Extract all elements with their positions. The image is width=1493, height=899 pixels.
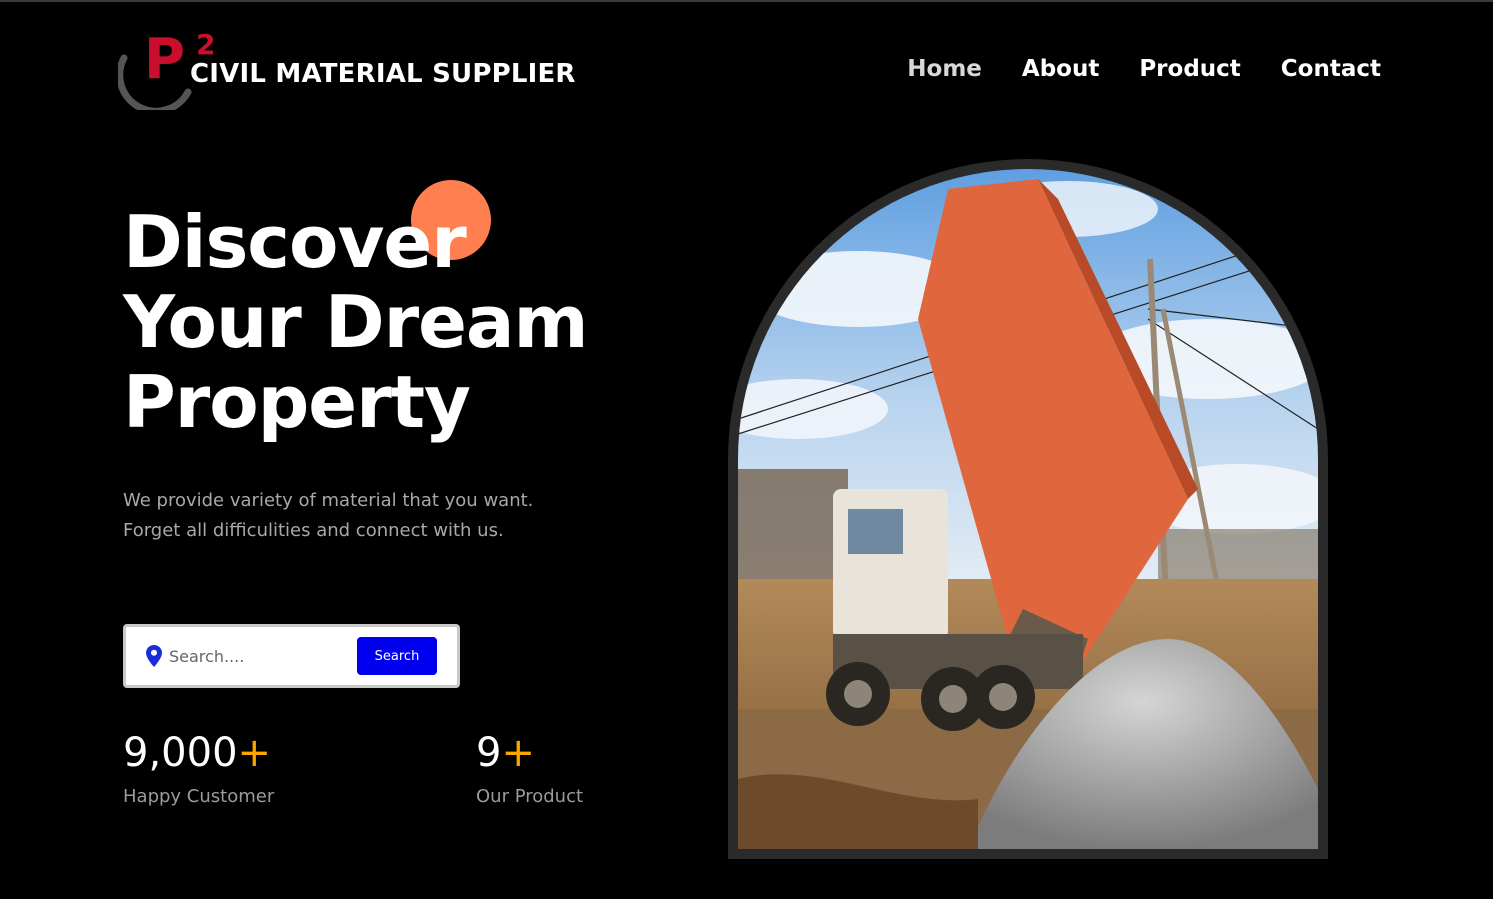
stat-happy-customer: 9,000+ Happy Customer <box>123 728 274 807</box>
location-pin-icon <box>146 645 162 667</box>
hero-title: Discover Your Dream Property <box>123 200 589 444</box>
nav-home-link[interactable]: Home <box>907 56 982 82</box>
stat-label: Happy Customer <box>123 786 275 807</box>
nav-product-link[interactable]: Product <box>1139 56 1240 82</box>
stat-value: 9 <box>476 730 502 776</box>
stat-value-line: 9+ <box>476 728 583 778</box>
stat-label: Our Product <box>476 786 584 807</box>
hero-title-line: Discover <box>123 200 467 284</box>
stat-plus-suffix: + <box>237 730 272 776</box>
hero-subtitle: We provide variety of material that you … <box>123 486 583 546</box>
hero-title-line: Property <box>123 360 471 444</box>
top-border <box>0 0 1493 2</box>
search-button[interactable]: Search <box>357 637 437 675</box>
stat-value-line: 9,000+ <box>123 728 274 778</box>
dump-truck-photo <box>738 169 1318 849</box>
hero-image-frame <box>728 159 1328 859</box>
nav-about-link[interactable]: About <box>1022 56 1099 82</box>
search-input[interactable] <box>169 641 349 671</box>
hero-title-line: Your Dream <box>123 280 589 364</box>
logo-superscript: 2 <box>196 28 216 61</box>
stat-value: 9,000 <box>123 730 238 776</box>
hero-subtitle-line: We provide variety of material that you … <box>123 490 534 511</box>
main-nav: Home About Product Contact <box>907 56 1381 82</box>
nav-contact-link[interactable]: Contact <box>1281 56 1381 82</box>
stat-our-product: 9+ Our Product <box>476 728 583 807</box>
stat-plus-suffix: + <box>501 730 535 776</box>
hero-subtitle-line: Forget all difficulities and connect wit… <box>123 520 504 541</box>
logo[interactable]: P 2 CIVIL MATERIAL SUPPLIER <box>116 27 575 115</box>
brand-name: CIVIL MATERIAL SUPPLIER <box>190 59 576 89</box>
search-box: Search <box>123 624 460 688</box>
logo-mark: P <box>144 27 186 92</box>
hero-image <box>738 169 1318 849</box>
